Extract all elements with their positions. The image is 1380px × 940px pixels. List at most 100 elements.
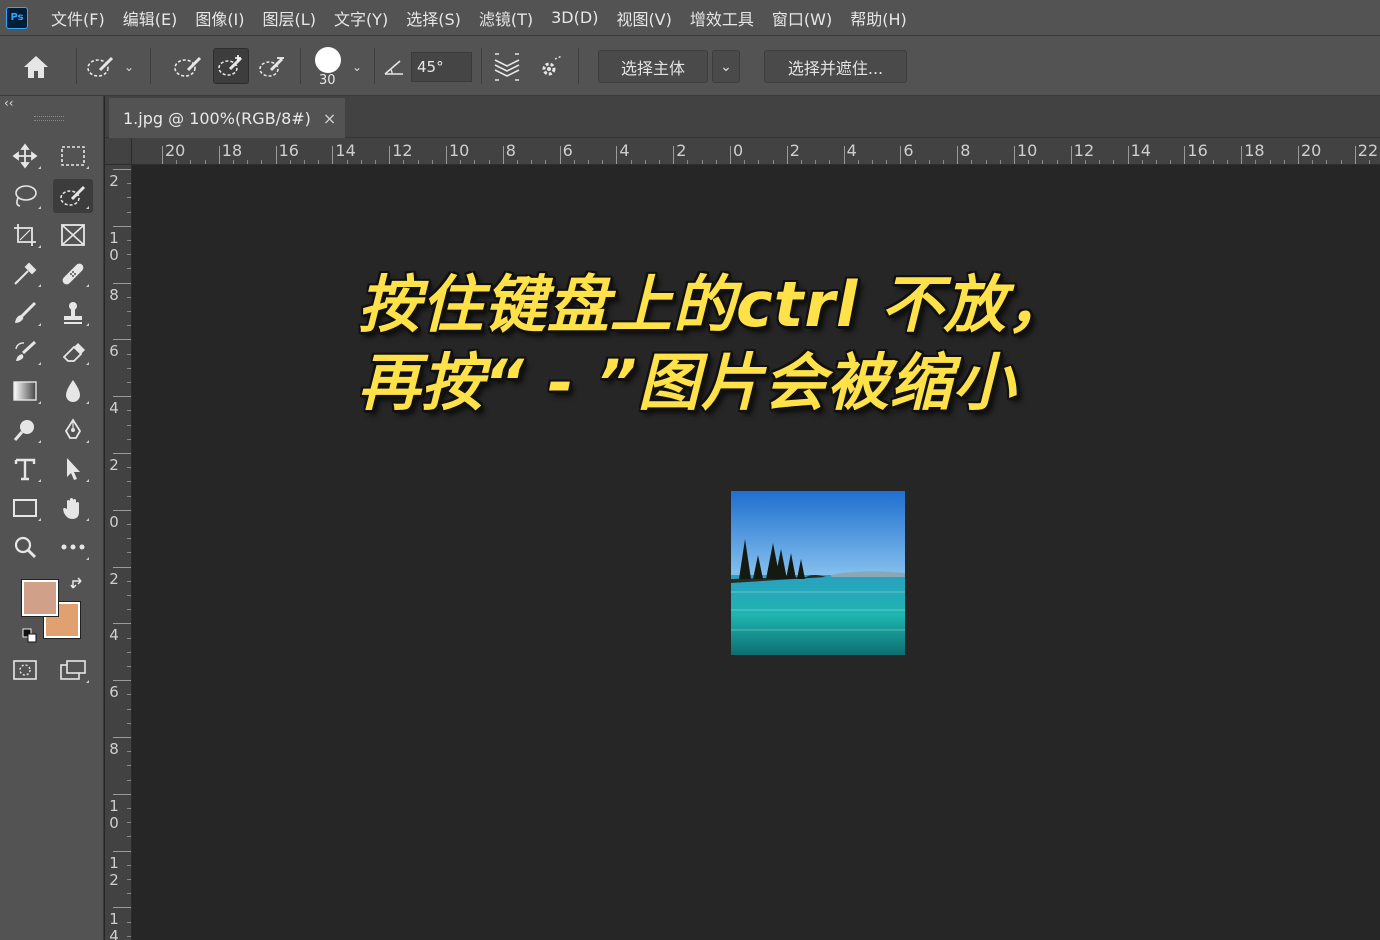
- collapse-toolbox-icon[interactable]: ‹‹: [4, 96, 14, 110]
- foreground-color-swatch[interactable]: [21, 579, 59, 617]
- subtract-from-selection-icon[interactable]: [257, 54, 289, 80]
- ruler-minor-tick: [1156, 160, 1157, 164]
- ruler-minor-tick: [829, 160, 831, 164]
- ruler-major-tick: [957, 146, 959, 164]
- lasso-tool-icon[interactable]: [5, 179, 45, 213]
- menu-filter[interactable]: 滤镜(T): [470, 6, 542, 30]
- ruler-label: 16: [278, 141, 299, 160]
- menu-select[interactable]: 选择(S): [397, 6, 470, 30]
- select-subject-button[interactable]: 选择主体: [598, 50, 708, 83]
- default-colors-icon[interactable]: [22, 628, 38, 648]
- ruler-label: 12: [109, 853, 119, 889]
- close-icon[interactable]: ×: [323, 109, 336, 128]
- menu-image[interactable]: 图像(I): [186, 6, 253, 30]
- ruler-label: 4: [619, 141, 630, 160]
- move-tool-icon[interactable]: [5, 139, 45, 173]
- path-selection-icon[interactable]: [53, 452, 93, 486]
- enhance-edge-gear-icon[interactable]: [537, 53, 565, 81]
- home-icon[interactable]: [22, 54, 50, 80]
- zoom-tool-icon[interactable]: [5, 530, 45, 564]
- menu-window[interactable]: 窗口(W): [763, 6, 841, 30]
- more-tools-icon[interactable]: [53, 530, 93, 564]
- dodge-tool-icon[interactable]: [5, 413, 45, 447]
- chevron-down-icon[interactable]: ⌄: [712, 50, 740, 83]
- add-to-selection-icon[interactable]: [213, 48, 249, 84]
- chevron-down-icon[interactable]: ⌄: [124, 60, 134, 74]
- swap-colors-icon[interactable]: [70, 576, 86, 596]
- ruler-minor-tick: [744, 160, 746, 164]
- ruler-major-tick: [843, 146, 845, 164]
- history-brush-icon[interactable]: [5, 335, 45, 369]
- blur-tool-icon[interactable]: [53, 374, 93, 408]
- quick-selection-preset-icon[interactable]: [86, 54, 116, 80]
- ruler-minor-tick: [531, 160, 533, 164]
- crop-tool-icon[interactable]: [5, 218, 45, 252]
- screen-mode-icon[interactable]: [53, 653, 93, 687]
- ruler-minor-tick: [1340, 160, 1342, 164]
- rectangular-marquee-icon[interactable]: [53, 139, 93, 173]
- ruler-minor-tick: [417, 160, 419, 164]
- ruler-major-tick: [1298, 146, 1299, 164]
- menu-plugins[interactable]: 增效工具: [681, 6, 763, 30]
- ruler-minor-tick: [127, 893, 131, 895]
- ruler-minor-tick: [999, 160, 1001, 164]
- frame-tool-icon[interactable]: [53, 218, 93, 252]
- eraser-tool-icon[interactable]: [53, 335, 93, 369]
- menu-help[interactable]: 帮助(H): [841, 6, 916, 30]
- ruler-minor-tick: [772, 160, 774, 164]
- chevron-down-icon[interactable]: ⌄: [352, 60, 362, 74]
- horizontal-ruler[interactable]: 20 18 16 14 12 10 8 6 4 2 0 2 4 6 8 10 12 14 16 18 20 22: [105, 138, 1380, 165]
- ruler-minor-tick: [127, 879, 131, 880]
- ruler-minor-tick: [127, 524, 131, 525]
- separator: [76, 48, 77, 84]
- clone-stamp-icon[interactable]: [53, 296, 93, 330]
- rectangle-tool-icon[interactable]: [5, 491, 45, 525]
- ruler-label: 8: [960, 141, 971, 160]
- type-tool-icon[interactable]: [5, 452, 45, 486]
- sample-all-layers-icon[interactable]: [493, 52, 521, 82]
- ruler-label: 8: [109, 740, 119, 758]
- ruler-corner[interactable]: [105, 138, 132, 165]
- ruler-major-tick: [113, 793, 131, 795]
- ruler-minor-tick: [127, 424, 131, 426]
- ruler-minor-tick: [517, 160, 518, 164]
- ruler-major-tick: [113, 566, 131, 568]
- gradient-tool-icon[interactable]: [5, 374, 45, 408]
- menu-type[interactable]: 文字(Y): [325, 6, 397, 30]
- menu-3d[interactable]: 3D(D): [542, 8, 607, 27]
- menu-layer[interactable]: 图层(L): [254, 6, 325, 30]
- healing-brush-icon[interactable]: [53, 257, 93, 291]
- toolbox-grip[interactable]: [34, 116, 64, 121]
- document-canvas[interactable]: 按住键盘上的ctrl 不放， 再按“ - ”图片会被缩小: [133, 166, 1380, 940]
- ruler-label: 10: [1017, 141, 1038, 160]
- ruler-major-tick: [1014, 146, 1015, 164]
- document-tab-title: 1.jpg @ 100%(RGB/8#): [123, 108, 311, 128]
- angle-input[interactable]: 45°: [411, 52, 472, 82]
- ruler-label: 20: [1301, 141, 1322, 160]
- ruler-minor-tick: [1283, 160, 1285, 164]
- ruler-minor-tick: [204, 160, 206, 164]
- photoshop-logo[interactable]: Ps: [6, 6, 28, 29]
- menu-file[interactable]: 文件(F): [42, 6, 114, 30]
- pen-tool-icon[interactable]: [53, 413, 93, 447]
- select-and-mask-button[interactable]: 选择并遮住...: [764, 50, 907, 83]
- quick-mask-icon[interactable]: [5, 653, 45, 687]
- ruler-minor-tick: [346, 160, 348, 164]
- hand-tool-icon[interactable]: [53, 491, 93, 525]
- ruler-label: 0: [733, 141, 744, 160]
- ruler-major-tick: [1184, 146, 1186, 164]
- eyedropper-tool-icon[interactable]: [5, 257, 45, 291]
- ruler-minor-tick: [403, 160, 405, 164]
- quick-selection-tool-icon[interactable]: [53, 179, 93, 213]
- ruler-minor-tick: [127, 254, 131, 256]
- document-tab[interactable]: 1.jpg @ 100%(RGB/8#) ×: [109, 98, 345, 138]
- new-selection-icon[interactable]: [172, 54, 204, 80]
- vertical-ruler[interactable]: 2 10 8 6 4 2 0 2 4 6 8 10 12 14: [105, 165, 132, 940]
- ruler-minor-tick: [127, 864, 131, 866]
- caption-line-1: 按住键盘上的ctrl 不放，: [358, 268, 1070, 341]
- menu-edit[interactable]: 编辑(E): [114, 6, 187, 30]
- brush-tool-icon[interactable]: [5, 296, 45, 330]
- menu-view[interactable]: 视图(V): [607, 6, 680, 30]
- brush-preview-icon[interactable]: [315, 47, 341, 73]
- ruler-minor-tick: [127, 836, 131, 838]
